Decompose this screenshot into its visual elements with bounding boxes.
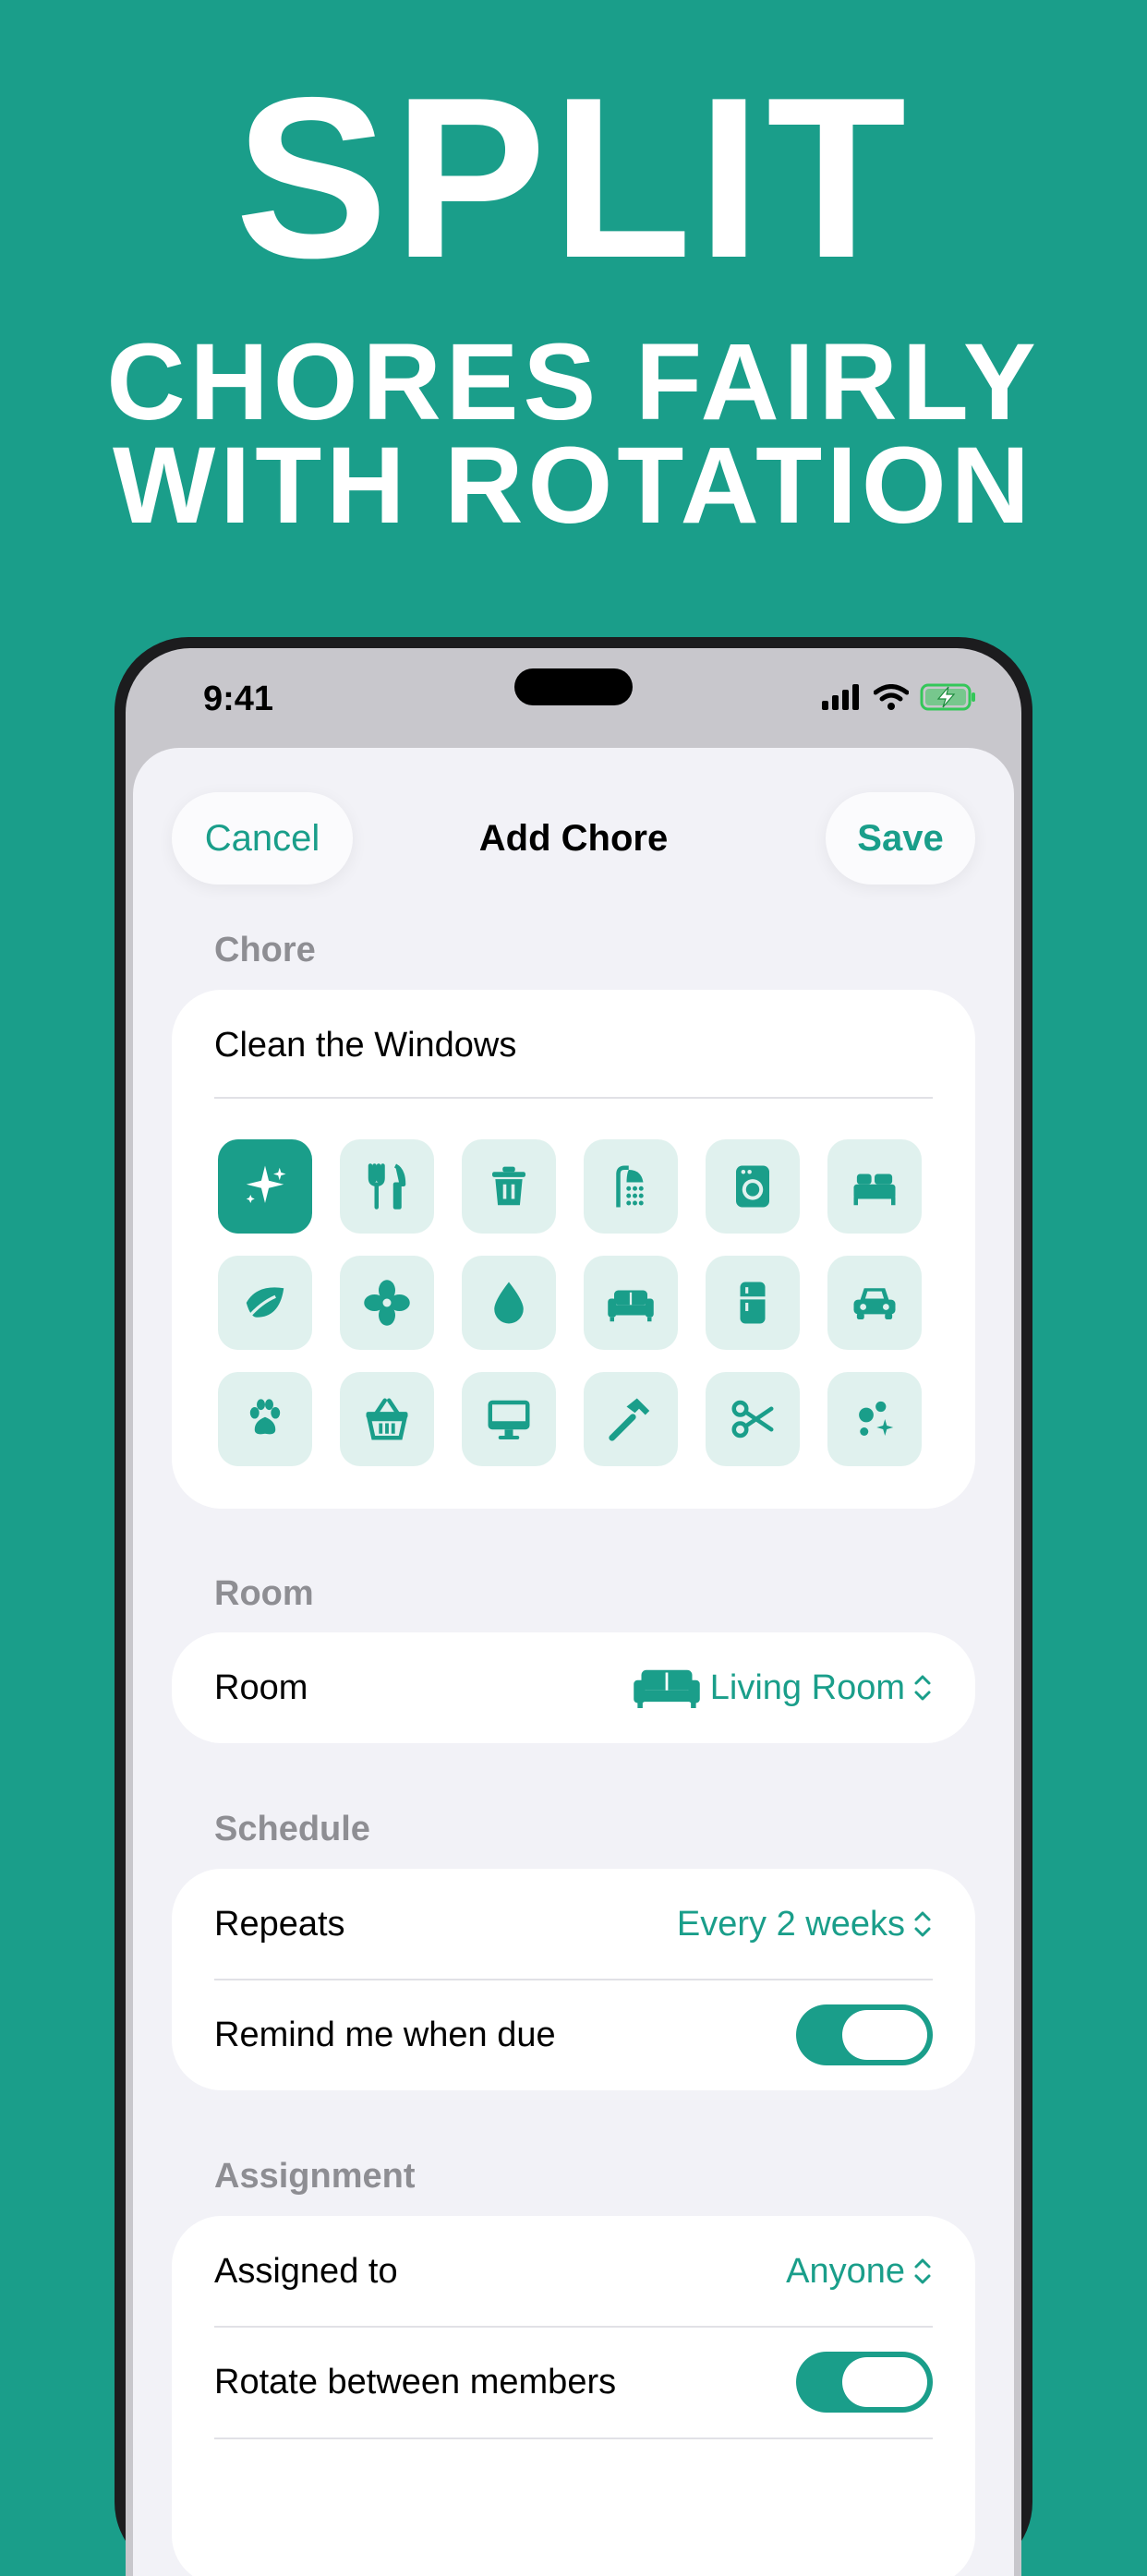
repeats-picker[interactable]: Every 2 weeks xyxy=(677,1905,933,1944)
remind-toggle[interactable] xyxy=(796,2004,933,2065)
battery-charging-icon xyxy=(920,683,975,711)
assignment-card: Assigned to Anyone Rotate between member… xyxy=(172,2216,975,2576)
basket-icon[interactable] xyxy=(340,1372,434,1466)
washer-icon[interactable] xyxy=(706,1139,800,1234)
chevron-up-down-icon xyxy=(914,1911,931,1937)
sofa-icon xyxy=(634,1669,700,1708)
chore-card: Clean the Windows xyxy=(172,990,975,1509)
toggle-knob xyxy=(842,2357,927,2407)
hammer-icon[interactable] xyxy=(584,1372,678,1466)
divider xyxy=(214,2438,933,2439)
divider xyxy=(214,1097,933,1099)
rotate-toggle[interactable] xyxy=(796,2352,933,2413)
trash-icon[interactable] xyxy=(462,1139,556,1234)
headline-line3: WITH ROTATION xyxy=(113,425,1034,547)
monitor-icon[interactable] xyxy=(462,1372,556,1466)
paw-icon[interactable] xyxy=(218,1372,312,1466)
drop-icon[interactable] xyxy=(462,1256,556,1350)
status-icons xyxy=(822,683,977,711)
scissors-icon[interactable] xyxy=(706,1372,800,1466)
car-icon[interactable] xyxy=(827,1256,922,1350)
fork-knife-icon[interactable] xyxy=(340,1139,434,1234)
wifi-icon xyxy=(874,684,909,710)
headline-split: SPLIT xyxy=(235,49,912,306)
assigned-row[interactable]: Assigned to Anyone xyxy=(214,2216,933,2327)
room-value: Living Room xyxy=(709,1667,905,1707)
status-time: 9:41 xyxy=(203,680,274,718)
room-picker[interactable]: Living Room xyxy=(631,1667,933,1708)
headline-line2: CHORES FAIRLY xyxy=(106,321,1041,443)
signal-icon xyxy=(822,684,859,710)
chore-section-label: Chore xyxy=(214,931,316,969)
assigned-label: Assigned to xyxy=(214,2251,398,2291)
sofa-icon[interactable] xyxy=(584,1256,678,1350)
bed-icon[interactable] xyxy=(827,1139,922,1234)
shower-icon[interactable] xyxy=(584,1139,678,1234)
repeats-value: Every 2 weeks xyxy=(676,1904,905,1944)
bubbles-icon[interactable] xyxy=(827,1372,922,1466)
assignment-section-label: Assignment xyxy=(214,2157,416,2196)
room-section-label: Room xyxy=(214,1574,314,1613)
leaf-icon[interactable] xyxy=(218,1256,312,1350)
chevron-up-down-icon xyxy=(914,1675,931,1701)
fridge-icon[interactable] xyxy=(706,1256,800,1350)
dynamic-island xyxy=(514,668,633,705)
sparkles-icon[interactable] xyxy=(218,1139,312,1234)
schedule-card: Repeats Every 2 weeks Remind me when due xyxy=(172,1869,975,2090)
chore-icon-grid xyxy=(218,1139,922,1466)
assigned-picker[interactable]: Anyone xyxy=(786,2252,933,2292)
save-button[interactable]: Save xyxy=(826,792,975,885)
room-label: Room xyxy=(214,1667,308,1707)
chore-name-value[interactable]: Clean the Windows xyxy=(214,1026,516,1065)
toggle-knob xyxy=(842,2010,927,2060)
repeats-row[interactable]: Repeats Every 2 weeks xyxy=(214,1869,933,1980)
remind-label: Remind me when due xyxy=(214,2015,556,2054)
assigned-value: Anyone xyxy=(786,2251,905,2291)
room-row[interactable]: Room Living Room xyxy=(214,1632,933,1743)
chevron-up-down-icon xyxy=(914,2258,931,2284)
remind-row: Remind me when due xyxy=(214,1980,933,2090)
fan-icon[interactable] xyxy=(340,1256,434,1350)
room-card: Room Living Room xyxy=(172,1632,975,1743)
rotate-row: Rotate between members xyxy=(214,2327,933,2438)
phone-screen: 9:41 Cancel Add Chore Save Chore Clean t… xyxy=(126,648,1021,2576)
add-chore-sheet: Cancel Add Chore Save Chore Clean the Wi… xyxy=(133,748,1014,2576)
rotate-label: Rotate between members xyxy=(214,2362,617,2401)
schedule-section-label: Schedule xyxy=(214,1810,370,1848)
repeats-label: Repeats xyxy=(214,1904,345,1944)
chore-name-field[interactable]: Clean the Windows xyxy=(214,1008,933,1082)
phone-frame: 9:41 Cancel Add Chore Save Chore Clean t… xyxy=(115,637,1032,2576)
